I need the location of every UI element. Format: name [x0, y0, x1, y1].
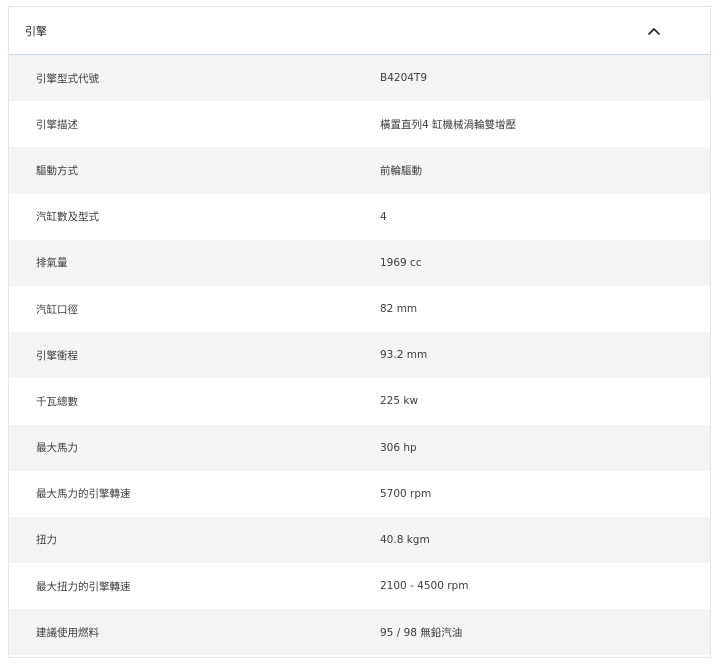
spec-label: 引擎描述 [36, 118, 78, 131]
spec-row-displacement: 排氣量 1969 cc [9, 239, 710, 286]
spec-label: 引擎型式代號 [36, 72, 99, 85]
spec-row-bore: 汽缸口徑 82 mm [9, 285, 710, 333]
spec-label: 最大馬力的引擎轉速 [36, 488, 131, 501]
spec-value: 40.8 kgm [380, 533, 430, 546]
spec-label: 排氣量 [36, 257, 68, 270]
spec-value: 橫置直列4 缸機械渦輪雙增壓 [380, 118, 517, 131]
spec-row-engine-description: 引擎描述 橫置直列4 缸機械渦輪雙增壓 [9, 101, 710, 148]
spec-row-max-torque-rpm: 最大扭力的引擎轉速 2100 - 4500 rpm [9, 563, 710, 610]
spec-row-max-power-rpm: 最大馬力的引擎轉速 5700 rpm [9, 470, 710, 517]
spec-label: 建議使用燃料 [36, 626, 99, 639]
spec-label: 引擎衝程 [36, 349, 78, 362]
spec-value: 82 mm [380, 303, 418, 316]
spec-label: 驅動方式 [36, 164, 78, 177]
spec-value: 5700 rpm [380, 487, 432, 500]
spec-label: 最大馬力 [36, 442, 78, 455]
spec-value: 2100 - 4500 rpm [380, 580, 469, 593]
spec-label: 最大扭力的引擎轉速 [36, 580, 131, 593]
spec-row-kilowatts: 千瓦總數 225 kw [9, 378, 710, 425]
spec-table: 引擎型式代號 B4204T9 引擎描述 橫置直列4 缸機械渦輪雙增壓 驅動方式 … [9, 55, 710, 656]
engine-accordion-header[interactable]: 引擎 [9, 6, 710, 55]
chevron-up-icon[interactable] [640, 17, 668, 45]
spec-value: 4 [380, 210, 387, 223]
spec-row-drive-type: 驅動方式 前輪驅動 [9, 147, 710, 194]
spec-value: B4204T9 [380, 72, 428, 85]
spec-value: 1969 cc [380, 256, 422, 269]
spec-row-torque: 扭力 40.8 kgm [9, 516, 710, 564]
spec-value: 95 / 98 無鉛汽油 [380, 626, 463, 639]
spec-value: 前輪驅動 [380, 164, 422, 177]
spec-label: 汽缸口徑 [36, 303, 78, 316]
spec-row-cylinders: 汽缸數及型式 4 [9, 193, 710, 240]
engine-spec-panel: 引擎 引擎型式代號 B4204T9 引擎描述 橫置直列4 缸機械渦輪雙增壓 驅動… [8, 6, 711, 658]
spec-row-engine-code: 引擎型式代號 B4204T9 [9, 55, 710, 102]
spec-value: 93.2 mm [380, 349, 428, 362]
spec-label: 千瓦總數 [36, 395, 78, 408]
spec-label: 扭力 [36, 534, 57, 547]
section-title: 引擎 [25, 24, 47, 38]
spec-value: 225 kw [380, 395, 419, 408]
spec-row-stroke: 引擎衝程 93.2 mm [9, 332, 710, 379]
spec-row-recommended-fuel: 建議使用燃料 95 / 98 無鉛汽油 [9, 609, 710, 656]
spec-label: 汽缸數及型式 [36, 211, 99, 224]
spec-row-max-power: 最大馬力 306 hp [9, 424, 710, 471]
spec-value: 306 hp [380, 441, 417, 454]
